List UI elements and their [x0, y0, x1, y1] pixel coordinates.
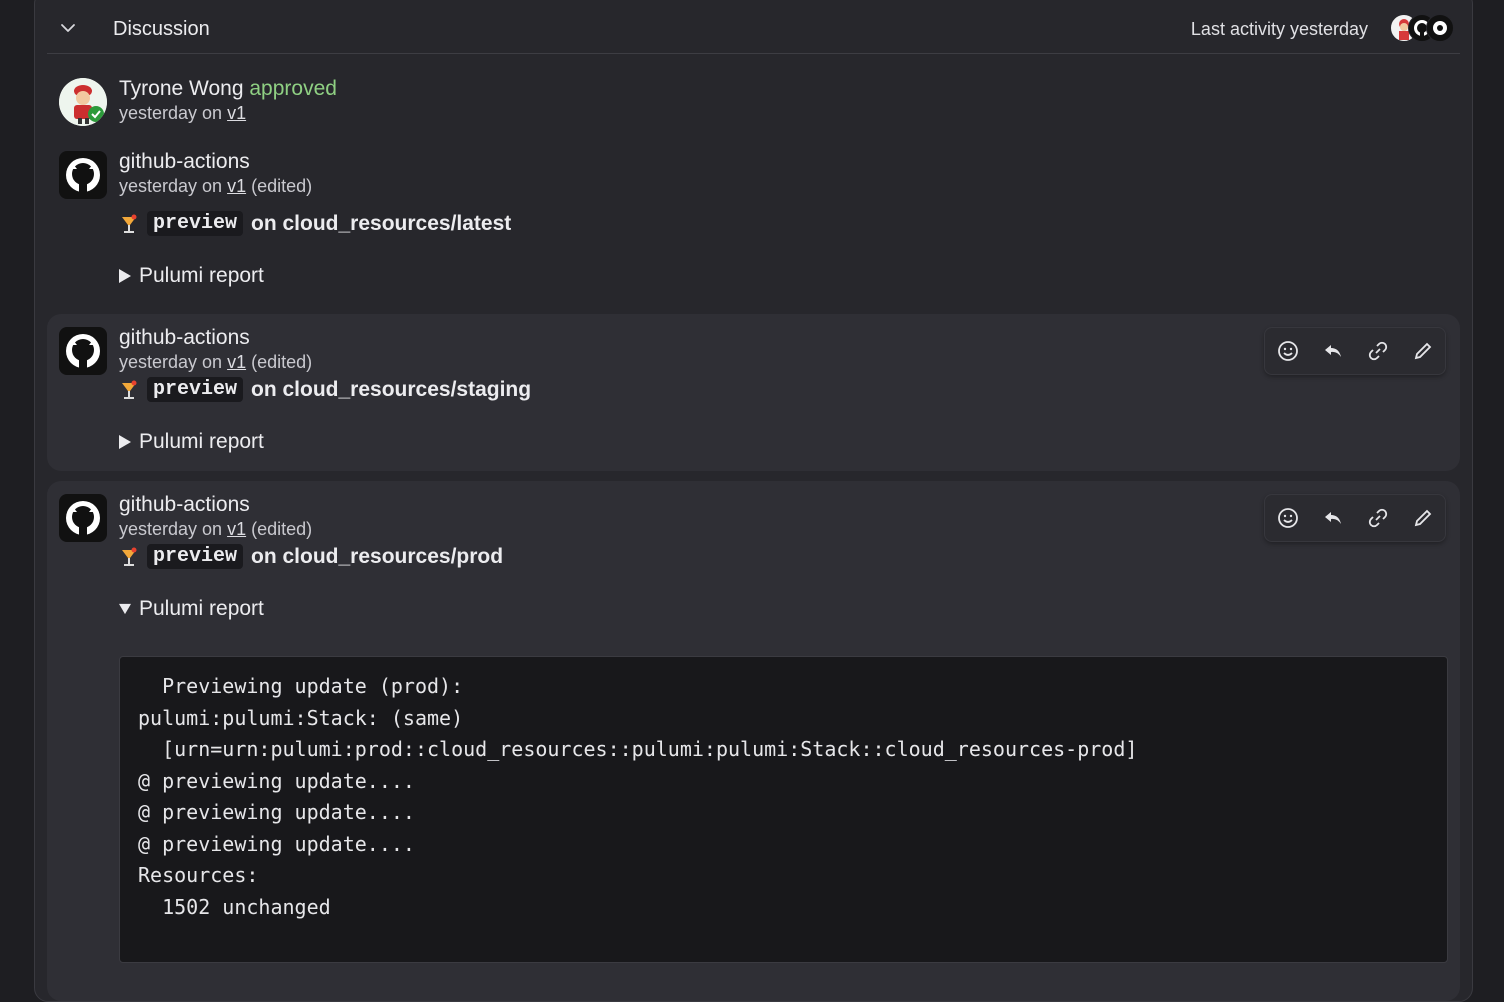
comment-preview-staging: github-actions yesterday on v1 (edited): [47, 314, 1460, 471]
triangle-down-icon: [119, 603, 131, 615]
github-actions-avatar: [59, 494, 107, 542]
tropical-drink-icon: [122, 214, 137, 233]
github-icon: [66, 501, 100, 536]
edit-icon[interactable]: [1410, 505, 1436, 531]
bot-icon: [1426, 14, 1454, 42]
version-link[interactable]: v1: [227, 519, 246, 539]
pulumi-report-toggle[interactable]: Pulumi report: [119, 430, 264, 454]
author-name[interactable]: Tyrone Wong: [119, 77, 244, 100]
participant-avatars: [1390, 14, 1454, 42]
version-link[interactable]: v1: [227, 103, 246, 123]
comment-author[interactable]: github-actions: [119, 150, 250, 174]
emoji-icon[interactable]: [1275, 338, 1301, 364]
comment-meta: yesterday on v1 (edited): [119, 352, 312, 373]
emoji-icon[interactable]: [1275, 505, 1301, 531]
comment-author[interactable]: github-actions: [119, 326, 250, 350]
comment-toolbar: [1264, 327, 1446, 375]
preview-line: preview on cloud_resources/staging: [119, 377, 531, 402]
comment-approval: Tyrone Wong approved yesterday on v1: [47, 76, 1460, 136]
command-code: preview: [147, 544, 244, 569]
preview-line: preview on cloud_resources/latest: [119, 211, 511, 236]
github-actions-avatar: [59, 327, 107, 375]
command-code: preview: [147, 377, 244, 402]
preview-target: on cloud_resources/latest: [251, 211, 512, 235]
github-icon: [66, 334, 100, 369]
comment-toolbar: [1264, 494, 1446, 542]
comment-meta: yesterday on v1 (edited): [119, 176, 312, 197]
tyrone-wong-avatar: [59, 78, 107, 126]
comment-meta: yesterday on v1 (edited): [119, 519, 312, 540]
preview-target: on cloud_resources/prod: [251, 544, 504, 568]
github-actions-avatar: [59, 151, 107, 199]
comment-meta: yesterday on v1: [119, 103, 246, 124]
details-label: Pulumi report: [139, 597, 264, 620]
details-label: Pulumi report: [139, 264, 264, 287]
pulumi-report-output: Previewing update (prod): pulumi:pulumi:…: [119, 656, 1448, 963]
github-icon: [66, 158, 100, 193]
discussion-header[interactable]: Discussion Last activity yesterday: [47, 1, 1460, 54]
details-label: Pulumi report: [139, 430, 264, 453]
comment-time: yesterday on: [119, 176, 223, 196]
chevron-down-icon[interactable]: [59, 19, 77, 37]
preview-line: preview on cloud_resources/prod: [119, 544, 503, 569]
comment-author: Tyrone Wong approved: [119, 77, 337, 101]
reply-icon[interactable]: [1320, 505, 1346, 531]
pulumi-report-toggle[interactable]: Pulumi report: [119, 264, 264, 288]
edited-label[interactable]: (edited): [251, 519, 312, 539]
version-link[interactable]: v1: [227, 352, 246, 372]
triangle-right-icon: [119, 435, 131, 449]
comment-author[interactable]: github-actions: [119, 493, 250, 517]
edit-icon[interactable]: [1410, 338, 1436, 364]
link-icon[interactable]: [1365, 505, 1391, 531]
last-activity-text: Last activity yesterday: [1190, 19, 1368, 39]
edited-label[interactable]: (edited): [251, 352, 312, 372]
discussion-title: Discussion: [113, 18, 210, 40]
link-icon[interactable]: [1365, 338, 1391, 364]
pulumi-report-toggle[interactable]: Pulumi report: [119, 597, 264, 621]
tropical-drink-icon: [122, 547, 137, 566]
comment-time: yesterday on: [119, 519, 223, 539]
comment-time: yesterday on: [119, 352, 223, 372]
comment-preview-prod: github-actions yesterday on v1 (edited): [47, 481, 1460, 1001]
version-link[interactable]: v1: [227, 176, 246, 196]
command-code: preview: [147, 211, 244, 236]
tropical-drink-icon: [122, 380, 137, 399]
comment-time: yesterday on: [119, 103, 223, 123]
comment-preview-latest: github-actions yesterday on v1 (edited) …: [47, 149, 1460, 304]
reply-icon[interactable]: [1320, 338, 1346, 364]
edited-label[interactable]: (edited): [251, 176, 312, 196]
approved-status: approved: [249, 77, 337, 100]
triangle-right-icon: [119, 269, 131, 283]
preview-target: on cloud_resources/staging: [251, 377, 532, 401]
discussion-panel: Discussion Last activity yesterday Tyron…: [34, 0, 1473, 1002]
